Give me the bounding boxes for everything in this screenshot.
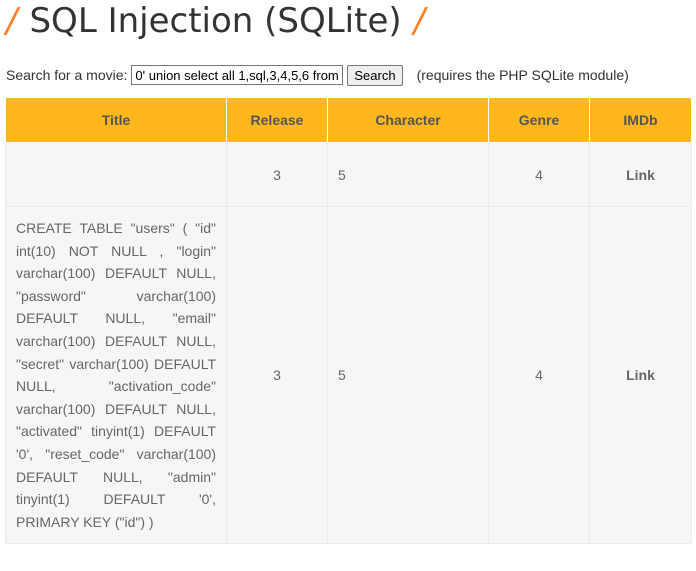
cell-release: 3 [226,205,328,545]
search-form: Search for a movie: Search (requires the… [6,64,629,86]
table-row: 3 5 4 Link [5,142,692,207]
column-header-release[interactable]: Release [226,97,328,143]
cell-character: 5 [327,142,489,207]
page-title: / SQL Injection (SQLite) / [6,0,425,44]
cell-character: 5 [327,205,489,545]
column-header-imdb[interactable]: IMDb [589,97,692,143]
cell-title: CREATE TABLE "users" ( "id" int(10) NOT … [5,205,227,545]
column-header-genre[interactable]: Genre [488,97,590,143]
search-label: Search for a movie: [6,67,128,83]
header-row: Title Release Character Genre IMDb [5,97,692,143]
column-header-title[interactable]: Title [5,97,227,143]
cell-genre: 4 [488,142,590,207]
search-button[interactable]: Search [347,64,403,86]
page: / SQL Injection (SQLite) / Search for a … [0,0,696,571]
results-table: Title Release Character Genre IMDb 3 5 4… [5,97,692,545]
cell-release: 3 [226,142,328,207]
search-input[interactable] [131,65,344,85]
table-body: 3 5 4 Link CREATE TABLE "users" ( "id" i… [5,142,692,545]
column-header-character[interactable]: Character [327,97,489,143]
title-slash-right: / [413,1,426,41]
imdb-link[interactable]: Link [589,205,692,545]
search-note: (requires the PHP SQLite module) [416,67,629,83]
table-row: CREATE TABLE "users" ( "id" int(10) NOT … [5,205,692,545]
imdb-link[interactable]: Link [589,142,692,207]
cell-genre: 4 [488,205,590,545]
title-slash-left: / [6,1,18,41]
table-header: Title Release Character Genre IMDb [5,97,692,143]
title-text: SQL Injection (SQLite) [29,1,402,41]
cell-title [5,142,227,207]
